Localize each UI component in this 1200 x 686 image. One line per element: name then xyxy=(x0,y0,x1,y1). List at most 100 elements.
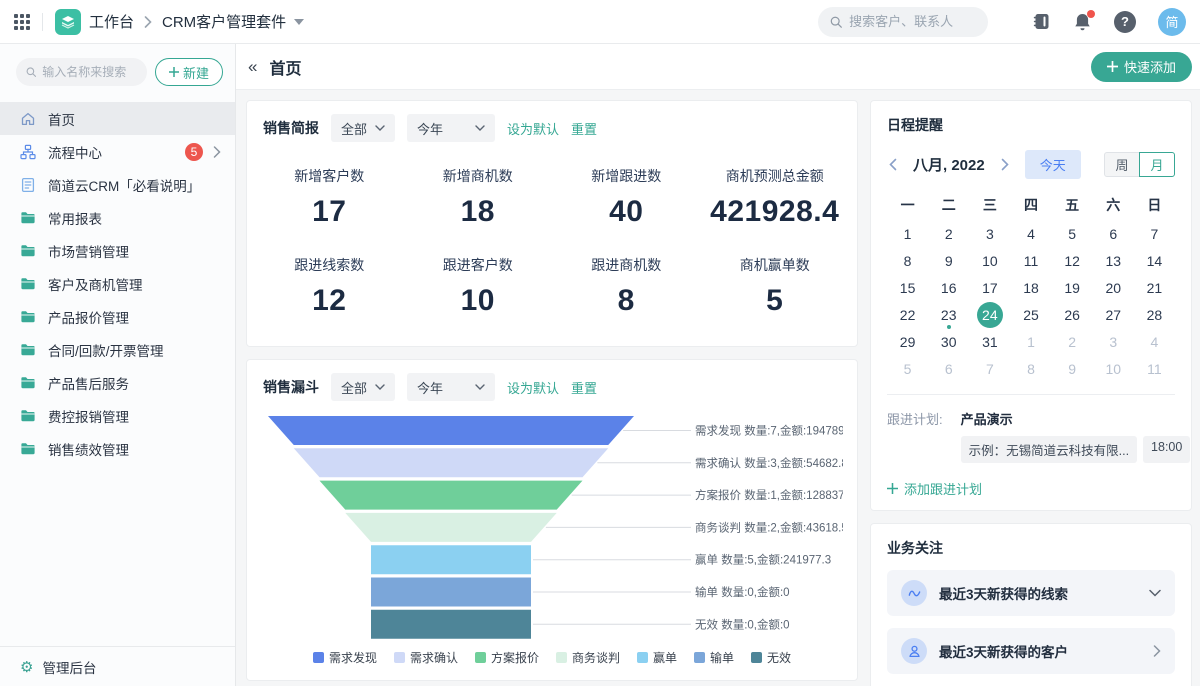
legend-item[interactable]: 无效 xyxy=(751,649,791,666)
selected-day[interactable]: 24 xyxy=(977,302,1003,328)
brief-scope-select[interactable]: 全部 xyxy=(331,114,395,142)
sidebar-item[interactable]: 销售绩效管理 xyxy=(0,432,235,465)
sidebar-item[interactable]: 产品报价管理 xyxy=(0,300,235,333)
next-month-icon[interactable] xyxy=(999,158,1011,171)
chevron-right-icon[interactable] xyxy=(1153,645,1161,657)
month-view-toggle[interactable]: 月 xyxy=(1139,152,1175,177)
calendar-day[interactable]: 9 xyxy=(928,247,969,274)
calendar-day[interactable]: 4 xyxy=(1010,220,1051,247)
funnel-segment[interactable] xyxy=(371,578,531,607)
calendar-day[interactable]: 11 xyxy=(1134,355,1175,382)
chevron-right-icon[interactable] xyxy=(213,146,221,158)
calendar-day[interactable]: 16 xyxy=(928,274,969,301)
calendar-day[interactable]: 28 xyxy=(1134,301,1175,328)
calendar-day[interactable]: 9 xyxy=(1052,355,1093,382)
calendar-day[interactable]: 12 xyxy=(1052,247,1093,274)
funnel-segment[interactable] xyxy=(345,513,557,542)
sidebar-item[interactable]: 常用报表 xyxy=(0,201,235,234)
sidebar-item[interactable]: 市场营销管理 xyxy=(0,234,235,267)
avatar[interactable]: 简 xyxy=(1158,8,1186,36)
calendar-day[interactable]: 6 xyxy=(1093,220,1134,247)
sidebar-search-input[interactable] xyxy=(42,65,137,79)
breadcrumb[interactable]: CRM客户管理套件 xyxy=(162,11,286,32)
workspace-label[interactable]: 工作台 xyxy=(89,11,134,32)
calendar-day[interactable]: 7 xyxy=(1134,220,1175,247)
sidebar-item[interactable]: 产品售后服务 xyxy=(0,366,235,399)
funnel-period-select[interactable]: 今年 xyxy=(407,373,495,401)
calendar-day[interactable]: 26 xyxy=(1052,301,1093,328)
global-search-input[interactable] xyxy=(849,14,976,29)
calendar-day[interactable]: 1 xyxy=(887,220,928,247)
calendar-day[interactable]: 1 xyxy=(1010,328,1051,355)
legend-item[interactable]: 输单 xyxy=(694,649,734,666)
apps-grid-icon[interactable] xyxy=(14,14,30,30)
calendar-day[interactable]: 15 xyxy=(887,274,928,301)
add-follow-plan-button[interactable]: 添加跟进计划 xyxy=(887,479,1175,498)
calendar-day[interactable]: 23 xyxy=(928,301,969,328)
calendar-day[interactable]: 10 xyxy=(969,247,1010,274)
calendar-day[interactable]: 11 xyxy=(1010,247,1051,274)
calendar-day[interactable]: 14 xyxy=(1134,247,1175,274)
calendar-day[interactable]: 10 xyxy=(1093,355,1134,382)
follow-plan-title[interactable]: 产品演示 xyxy=(961,409,1175,428)
app-logo-icon[interactable] xyxy=(55,9,81,35)
breadcrumb-caret-down-icon[interactable] xyxy=(294,19,304,25)
calendar-day[interactable]: 22 xyxy=(887,301,928,328)
calendar-day[interactable]: 4 xyxy=(1134,328,1175,355)
calendar-day[interactable]: 30 xyxy=(928,328,969,355)
sidebar-item[interactable]: 合同/回款/开票管理 xyxy=(0,333,235,366)
business-item[interactable]: 最近3天新获得的客户 xyxy=(887,628,1175,674)
calendar-day[interactable]: 18 xyxy=(1010,274,1051,301)
calendar-day[interactable]: 7 xyxy=(969,355,1010,382)
calendar-day[interactable]: 8 xyxy=(1010,355,1051,382)
funnel-set-default-link[interactable]: 设为默认 xyxy=(507,378,559,397)
calendar-day[interactable]: 13 xyxy=(1093,247,1134,274)
new-button[interactable]: 新建 xyxy=(155,58,223,86)
sidebar-search[interactable] xyxy=(16,58,147,86)
chevron-down-icon[interactable] xyxy=(1149,589,1161,597)
sidebar-item[interactable]: 客户及商机管理 xyxy=(0,267,235,300)
funnel-segment[interactable] xyxy=(320,481,583,510)
calendar-day[interactable]: 3 xyxy=(1093,328,1134,355)
calendar-day[interactable]: 6 xyxy=(928,355,969,382)
contacts-book-icon[interactable] xyxy=(1032,12,1051,31)
calendar-day[interactable]: 27 xyxy=(1093,301,1134,328)
sidebar-item[interactable]: 首页 xyxy=(0,102,235,135)
calendar-day[interactable]: 24 xyxy=(969,301,1010,328)
calendar-day[interactable]: 8 xyxy=(887,247,928,274)
brief-set-default-link[interactable]: 设为默认 xyxy=(507,119,559,138)
sidebar-item[interactable]: 简道云CRM「必看说明」 xyxy=(0,168,235,201)
brief-period-select[interactable]: 今年 xyxy=(407,114,495,142)
global-search[interactable] xyxy=(818,7,988,37)
legend-item[interactable]: 商务谈判 xyxy=(556,649,620,666)
calendar-day[interactable]: 25 xyxy=(1010,301,1051,328)
help-icon[interactable]: ? xyxy=(1114,11,1136,33)
funnel-segment[interactable] xyxy=(371,545,531,574)
calendar-day[interactable]: 17 xyxy=(969,274,1010,301)
calendar-day[interactable]: 31 xyxy=(969,328,1010,355)
business-item[interactable]: 最近3天新获得的线索 xyxy=(887,570,1175,616)
calendar-day[interactable]: 19 xyxy=(1052,274,1093,301)
calendar-day[interactable]: 2 xyxy=(1052,328,1093,355)
funnel-scope-select[interactable]: 全部 xyxy=(331,373,395,401)
funnel-segment[interactable] xyxy=(371,610,531,639)
brief-reset-link[interactable]: 重置 xyxy=(571,119,597,138)
week-view-toggle[interactable]: 周 xyxy=(1104,152,1140,177)
funnel-segment[interactable] xyxy=(268,416,634,445)
sidebar-item[interactable]: 流程中心5 xyxy=(0,135,235,168)
collapse-sidebar-icon[interactable]: « xyxy=(240,57,265,77)
calendar-day[interactable]: 20 xyxy=(1093,274,1134,301)
funnel-segment[interactable] xyxy=(294,448,609,477)
calendar-day[interactable]: 5 xyxy=(887,355,928,382)
calendar-day[interactable]: 2 xyxy=(928,220,969,247)
calendar-day[interactable]: 29 xyxy=(887,328,928,355)
prev-month-icon[interactable] xyxy=(887,158,899,171)
calendar-day[interactable]: 21 xyxy=(1134,274,1175,301)
quick-add-button[interactable]: 快速添加 xyxy=(1091,52,1192,82)
today-button[interactable]: 今天 xyxy=(1025,150,1081,179)
calendar-day[interactable]: 5 xyxy=(1052,220,1093,247)
legend-item[interactable]: 需求发现 xyxy=(313,649,377,666)
legend-item[interactable]: 赢单 xyxy=(637,649,677,666)
notifications-bell-icon[interactable] xyxy=(1073,12,1092,32)
legend-item[interactable]: 需求确认 xyxy=(394,649,458,666)
